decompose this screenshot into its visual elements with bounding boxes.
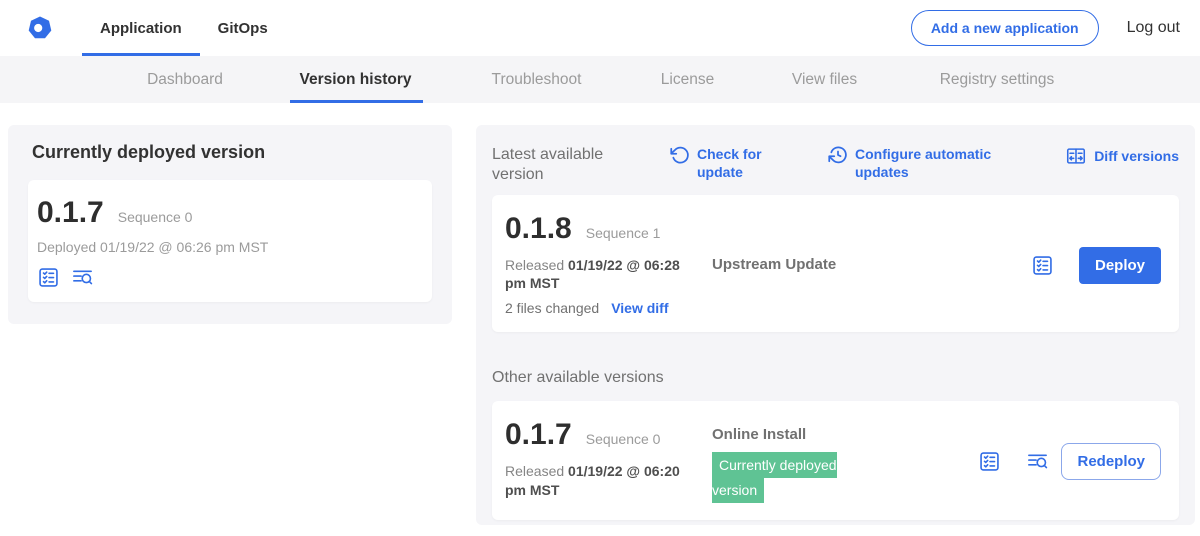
- other-sequence-label: Sequence 0: [586, 431, 661, 447]
- subnav-version-history[interactable]: Version history: [260, 56, 451, 103]
- top-tabs: Application GitOps: [82, 0, 286, 56]
- latest-released-timestamp: Released 01/19/22 @ 06:28 pm MST: [505, 256, 690, 292]
- diff-versions-label: Diff versions: [1094, 147, 1179, 165]
- app-logo-icon[interactable]: [28, 16, 52, 40]
- latest-sequence-label: Sequence 1: [586, 225, 661, 241]
- redeploy-button[interactable]: Redeploy: [1061, 443, 1161, 480]
- latest-source-label: Upstream Update: [712, 256, 836, 273]
- other-versions-title: Other available versions: [492, 369, 1179, 387]
- preflight-checks-icon[interactable]: [1031, 254, 1054, 277]
- view-files-diff-icon[interactable]: [1026, 450, 1049, 473]
- other-version-number: 0.1.7: [505, 420, 572, 450]
- configure-automatic-updates-label: Configure automatic updates: [855, 145, 1000, 181]
- configure-automatic-updates-button[interactable]: Configure automatic updates: [828, 145, 1000, 181]
- tab-gitops[interactable]: GitOps: [200, 0, 286, 56]
- latest-available-title: Latest available version: [492, 145, 620, 185]
- current-deployed-timestamp: Deployed 01/19/22 @ 06:26 pm MST: [37, 240, 418, 255]
- version-row-other: 0.1.7 Sequence 0 Released 01/19/22 @ 06:…: [492, 401, 1179, 520]
- tab-gitops-label: GitOps: [218, 20, 268, 37]
- tab-application-label: Application: [100, 20, 182, 37]
- current-version-card: 0.1.7 Sequence 0 Deployed 01/19/22 @ 06:…: [28, 180, 432, 302]
- tab-application[interactable]: Application: [82, 0, 200, 56]
- diff-versions-icon: [1065, 145, 1087, 167]
- view-files-diff-icon[interactable]: [71, 266, 94, 289]
- preflight-checks-icon[interactable]: [978, 450, 1001, 473]
- latest-version-number: 0.1.8: [505, 214, 572, 244]
- deploy-button[interactable]: Deploy: [1079, 247, 1161, 284]
- subnav-dashboard[interactable]: Dashboard: [110, 56, 260, 103]
- current-version-number: 0.1.7: [37, 198, 104, 228]
- check-for-update-button[interactable]: Check for update: [670, 145, 780, 181]
- add-application-button[interactable]: Add a new application: [911, 10, 1099, 46]
- available-versions-header: Latest available version Check for updat…: [492, 145, 1179, 185]
- subnav-view-files[interactable]: View files: [753, 56, 896, 103]
- currently-deployed-badge: Currently deployed version: [712, 452, 837, 503]
- preflight-checks-icon[interactable]: [37, 266, 60, 289]
- subnav-license[interactable]: License: [622, 56, 753, 103]
- top-navbar: Application GitOps Add a new application…: [0, 0, 1200, 56]
- refresh-icon: [670, 145, 690, 165]
- auto-update-clock-icon: [828, 145, 848, 165]
- topbar-right: Add a new application Log out: [911, 10, 1180, 46]
- files-changed-label: 2 files changed: [505, 300, 599, 316]
- check-for-update-label: Check for update: [697, 145, 780, 181]
- main-content: Currently deployed version 0.1.7 Sequenc…: [0, 103, 1200, 525]
- currently-deployed-panel: Currently deployed version 0.1.7 Sequenc…: [8, 125, 452, 324]
- current-sequence-label: Sequence 0: [118, 209, 193, 225]
- logout-button[interactable]: Log out: [1127, 19, 1180, 37]
- currently-deployed-title: Currently deployed version: [32, 142, 432, 163]
- subnav-troubleshoot[interactable]: Troubleshoot: [451, 56, 622, 103]
- other-released-timestamp: Released 01/19/22 @ 06:20 pm MST: [505, 462, 690, 498]
- subnav-registry-settings[interactable]: Registry settings: [896, 56, 1098, 103]
- view-diff-link[interactable]: View diff: [611, 300, 668, 316]
- version-row-latest: 0.1.8 Sequence 1 Released 01/19/22 @ 06:…: [492, 195, 1179, 332]
- app-subnav: Dashboard Version history Troubleshoot L…: [0, 56, 1200, 103]
- available-versions-panel: Latest available version Check for updat…: [476, 125, 1195, 525]
- other-source-label: Online Install: [712, 426, 806, 443]
- diff-versions-button[interactable]: Diff versions: [1065, 145, 1179, 167]
